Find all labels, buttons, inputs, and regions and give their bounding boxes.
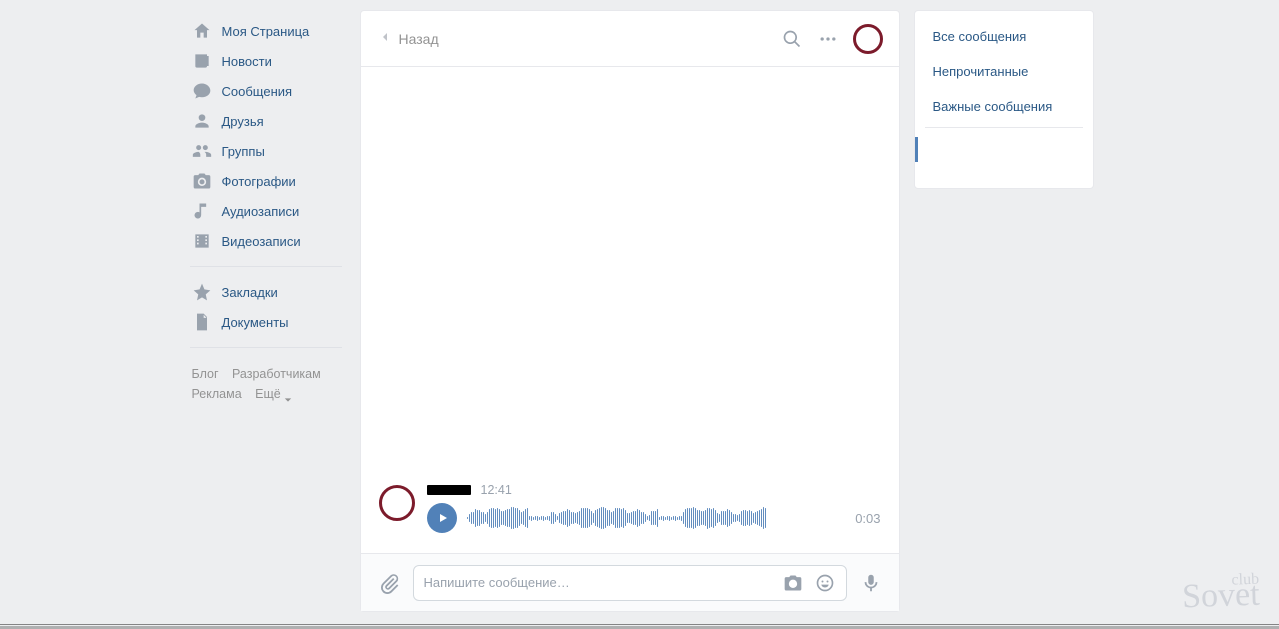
nav-news[interactable]: Новости [186,46,346,76]
footer-devs[interactable]: Разработчикам [232,367,321,381]
user-icon [192,111,212,131]
sender-avatar[interactable] [379,485,415,521]
nav-label: Новости [222,54,272,69]
nav-label: Закладки [222,285,278,300]
chat-header: Назад [361,11,899,67]
newspaper-icon [192,51,212,71]
nav-separator [190,266,342,267]
nav-groups[interactable]: Группы [186,136,346,166]
nav-label: Сообщения [222,84,293,99]
camera-icon[interactable] [782,572,804,594]
nav-label: Документы [222,315,289,330]
peer-avatar[interactable] [853,24,883,54]
nav-label: Группы [222,144,265,159]
compose-input[interactable] [424,575,772,590]
footer-links: Блог Разработчикам Реклама Ещё [186,358,346,404]
nav-documents[interactable]: Документы [186,307,346,337]
nav-friends[interactable]: Друзья [186,106,346,136]
chevron-left-icon [377,29,393,48]
voice-message: 0:03 [427,503,881,533]
nav-separator [190,347,342,348]
compose-input-wrap [413,565,847,601]
footer-more[interactable]: Ещё [255,384,292,404]
nav-label: Моя Страница [222,24,310,39]
attach-icon[interactable] [375,569,403,597]
star-icon [192,282,212,302]
filter-all[interactable]: Все сообщения [915,19,1093,54]
music-icon [192,201,212,221]
filters-panel: Все сообщения Непрочитанные Важные сообщ… [914,10,1094,189]
mic-icon[interactable] [857,569,885,597]
nav-label: Видеозаписи [222,234,301,249]
nav-label: Фотографии [222,174,296,189]
filter-active-folder[interactable] [915,131,1093,168]
nav-bookmarks[interactable]: Закладки [186,277,346,307]
back-button[interactable]: Назад [377,29,439,48]
filter-unread[interactable]: Непрочитанные [915,54,1093,89]
sender-name-redacted [427,485,471,495]
nav-photos[interactable]: Фотографии [186,166,346,196]
users-icon [192,141,212,161]
camera-icon [192,171,212,191]
search-icon[interactable] [781,28,803,50]
nav-my-page[interactable]: Моя Страница [186,16,346,46]
chat-body: 12:41 0:03 [361,67,899,553]
more-icon[interactable] [817,28,839,50]
message-time: 12:41 [481,483,512,497]
play-button[interactable] [427,503,457,533]
left-sidebar: Моя Страница Новости Сообщения Друзья Гр… [186,10,346,404]
chat-icon [192,81,212,101]
smile-icon[interactable] [814,572,836,594]
chevron-down-icon [284,390,292,398]
nav-video[interactable]: Видеозаписи [186,226,346,256]
waveform[interactable] [467,504,838,532]
film-icon [192,231,212,251]
nav-label: Аудиозаписи [222,204,300,219]
page-border [0,624,1279,625]
nav-messages[interactable]: Сообщения [186,76,346,106]
nav-label: Друзья [222,114,264,129]
filter-separator [925,127,1083,128]
chat-panel: Назад 12:41 [360,10,900,612]
message-row: 12:41 0:03 [379,477,881,539]
folder-name-redacted [933,141,1023,155]
nav-audio[interactable]: Аудиозаписи [186,196,346,226]
back-label: Назад [399,31,439,47]
compose-bar [361,553,899,611]
home-icon [192,21,212,41]
voice-duration: 0:03 [855,511,880,526]
play-icon [437,512,449,524]
filter-important[interactable]: Важные сообщения [915,89,1093,124]
footer-ads[interactable]: Реклама [192,387,242,401]
document-icon [192,312,212,332]
footer-blog[interactable]: Блог [192,367,219,381]
